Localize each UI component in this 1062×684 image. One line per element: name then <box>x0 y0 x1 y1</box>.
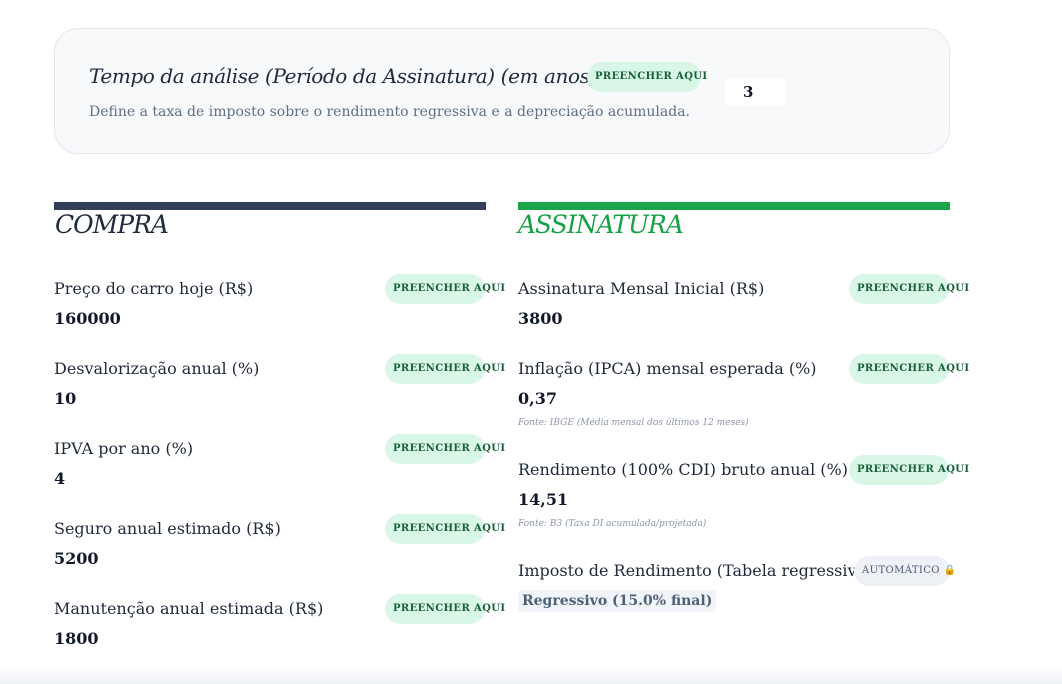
compra-field-label-ipva: IPVA por ano (%) <box>54 439 194 458</box>
assinatura-field-value-income-tax: Regressivo (15.0% final) <box>518 590 717 612</box>
assinatura-accent-bar <box>518 202 950 210</box>
compra-field-label-depreciation: Desvalorização anual (%) <box>54 359 260 378</box>
assinatura-fill-badge-monthly-fee[interactable]: PREENCHER AQUI <box>849 274 969 304</box>
compra-fill-badge-maintenance[interactable]: PREENCHER AQUI <box>385 594 505 624</box>
assinatura-field-label-monthly-fee: Assinatura Mensal Inicial (R$) <box>518 279 765 298</box>
assinatura-field-value-cdi[interactable]: 14,51 <box>518 490 568 509</box>
assinatura-fill-badge-cdi[interactable]: PREENCHER AQUI <box>849 455 969 485</box>
compra-title: COMPRA <box>55 210 169 239</box>
compra-field-label-car-price: Preço do carro hoje (R$) <box>54 279 254 298</box>
assinatura-title: ASSINATURA <box>518 210 684 239</box>
compra-field-label-insurance: Seguro anual estimado (R$) <box>54 519 281 538</box>
analysis-period-description: Define a taxa de imposto sobre o rendime… <box>89 104 690 120</box>
assinatura-source-cdi: Fonte: B3 (Taxa DI acumulada/projetada) <box>518 519 707 529</box>
compra-fill-badge-depreciation[interactable]: PREENCHER AQUI <box>385 354 505 384</box>
assinatura-field-label-ipca: Inflação (IPCA) mensal esperada (%) <box>518 359 817 378</box>
assinatura-source-ipca: Fonte: IBGE (Média mensal dos últimos 12… <box>518 418 749 428</box>
compra-fill-badge-car-price[interactable]: PREENCHER AQUI <box>385 274 505 304</box>
analysis-period-title: Tempo da análise (Período da Assinatura)… <box>89 64 597 88</box>
analysis-years-input[interactable] <box>725 79 785 105</box>
compra-field-value-maintenance[interactable]: 1800 <box>54 629 99 648</box>
compra-accent-bar <box>54 202 486 210</box>
compra-fill-badge-insurance[interactable]: PREENCHER AQUI <box>385 514 505 544</box>
bottom-scroll-fade <box>0 666 1062 684</box>
compra-field-value-insurance[interactable]: 5200 <box>54 549 99 568</box>
assinatura-field-label-income-tax: Imposto de Rendimento (Tabela regressiva… <box>518 561 873 580</box>
assinatura-field-value-ipca[interactable]: 0,37 <box>518 389 557 408</box>
compra-field-value-ipva[interactable]: 4 <box>54 469 65 488</box>
compra-field-value-depreciation[interactable]: 10 <box>54 389 76 408</box>
analysis-fill-badge: PREENCHER AQUI <box>587 62 707 92</box>
assinatura-field-label-cdi: Rendimento (100% CDI) bruto anual (%) <box>518 460 848 479</box>
analysis-period-card: Tempo da análise (Período da Assinatura)… <box>54 28 950 154</box>
compra-field-label-maintenance: Manutenção anual estimada (R$) <box>54 599 324 618</box>
assinatura-field-value-monthly-fee[interactable]: 3800 <box>518 309 563 328</box>
compra-field-value-car-price[interactable]: 160000 <box>54 309 121 328</box>
assinatura-auto-badge-income-tax: AUTOMÁTICO 🔒 <box>854 556 956 586</box>
compra-fill-badge-ipva[interactable]: PREENCHER AQUI <box>385 434 505 464</box>
assinatura-fill-badge-ipca[interactable]: PREENCHER AQUI <box>849 354 969 384</box>
